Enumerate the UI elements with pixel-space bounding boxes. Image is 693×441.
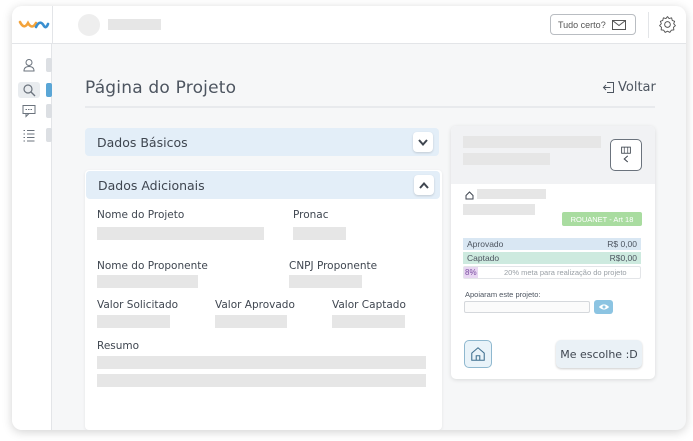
sidebar-tab-list[interactable]: [46, 128, 52, 142]
accordion-dados-adicionais-label: Dados Adicionais: [98, 177, 205, 193]
aprovado-value: R$ 0,00: [607, 239, 637, 249]
supporters-field[interactable]: [464, 301, 590, 313]
aprovado-label: Aprovado: [467, 239, 504, 249]
accordion-dados-adicionais[interactable]: Dados Adicionais: [86, 171, 440, 199]
feedback-button-label: Tudo certo?: [558, 19, 606, 30]
brand-logo[interactable]: [18, 18, 50, 32]
value-valor-aprovado: [215, 315, 287, 328]
panel-collapse-icon: [621, 146, 631, 163]
label-valor-captado: Valor Captado: [332, 299, 406, 311]
back-button-label: Voltar: [618, 80, 656, 95]
value-valor-captado: [332, 315, 405, 328]
toolbar-divider: [648, 12, 649, 38]
sidebar-tab-search[interactable]: [46, 83, 52, 97]
view-supporters-button[interactable]: [594, 300, 613, 314]
location-placeholder: [477, 189, 546, 199]
top-bar: Tudo certo?: [12, 6, 686, 44]
username-placeholder: [108, 19, 161, 30]
feedback-button[interactable]: Tudo certo?: [550, 14, 636, 35]
card-title-placeholder: [463, 136, 601, 148]
eye-icon: [598, 304, 609, 310]
chevron-down-icon: [418, 138, 428, 146]
home-icon: [471, 347, 485, 361]
supporters-label: Apoiaram este projeto:: [465, 290, 541, 299]
value-nome-proponente: [97, 275, 198, 288]
label-cnpj-proponente: CNPJ Proponente: [289, 260, 378, 272]
collapse-adicionais-button[interactable]: [414, 175, 434, 195]
goal-progress-bar: 8% 20% meta para realização do projeto: [463, 266, 641, 279]
left-sidebar: [12, 44, 52, 430]
captado-value: R$0,00: [609, 253, 637, 263]
home-button[interactable]: [464, 340, 492, 368]
home-small-icon: [465, 191, 474, 200]
value-resumo-line1: [97, 356, 426, 369]
label-nome-proponente: Nome do Proponente: [97, 260, 208, 272]
gear-icon[interactable]: [658, 15, 677, 34]
label-pronac: Pronac: [293, 209, 329, 221]
title-divider: [85, 106, 655, 108]
value-nome-projeto: [97, 227, 264, 240]
captado-label: Captado: [467, 253, 500, 263]
captado-row: Captado R$0,00: [463, 252, 641, 264]
app-window: Tudo certo? Página do Projeto Voltar Dad…: [12, 6, 686, 430]
goal-progress-percent: 8%: [465, 268, 477, 277]
label-nome-projeto: Nome do Projeto: [97, 209, 185, 221]
card-subtitle-placeholder: [463, 153, 550, 165]
back-arrow-icon: [602, 82, 614, 93]
avatar[interactable]: [78, 14, 100, 36]
mail-icon: [611, 19, 626, 30]
value-cnpj-proponente: [289, 275, 362, 288]
expand-basicos-button[interactable]: [413, 132, 433, 152]
value-pronac: [293, 227, 346, 240]
sidebar-tab-users[interactable]: [46, 58, 52, 72]
label-valor-solicitado: Valor Solicitado: [97, 299, 179, 311]
goal-progress-text: 20% meta para realização do projeto: [504, 268, 627, 277]
law-badge: ROUANET - Art 18: [562, 212, 642, 226]
aprovado-row: Aprovado R$ 0,00: [463, 238, 641, 250]
logo-divider: [52, 6, 53, 44]
chat-icon[interactable]: [22, 104, 36, 118]
user-icon[interactable]: [22, 58, 36, 72]
label-resumo: Resumo: [97, 340, 140, 352]
value-valor-solicitado: [97, 315, 170, 328]
list-icon[interactable]: [22, 128, 36, 142]
value-resumo-line2: [97, 374, 426, 387]
sidebar-tab-chat[interactable]: [46, 104, 52, 118]
label-valor-aprovado: Valor Aprovado: [215, 299, 295, 311]
chevron-up-icon: [419, 181, 429, 189]
page-title: Página do Projeto: [85, 78, 237, 98]
card-toggle-button[interactable]: [610, 139, 642, 171]
accordion-dados-basicos-label: Dados Básicos: [97, 134, 188, 150]
search-icon[interactable]: [22, 83, 36, 97]
choose-project-button[interactable]: Me escolhe :D: [556, 340, 642, 368]
category-placeholder: [463, 204, 535, 215]
accordion-dados-basicos[interactable]: Dados Básicos: [85, 128, 439, 156]
back-button[interactable]: Voltar: [602, 80, 656, 95]
